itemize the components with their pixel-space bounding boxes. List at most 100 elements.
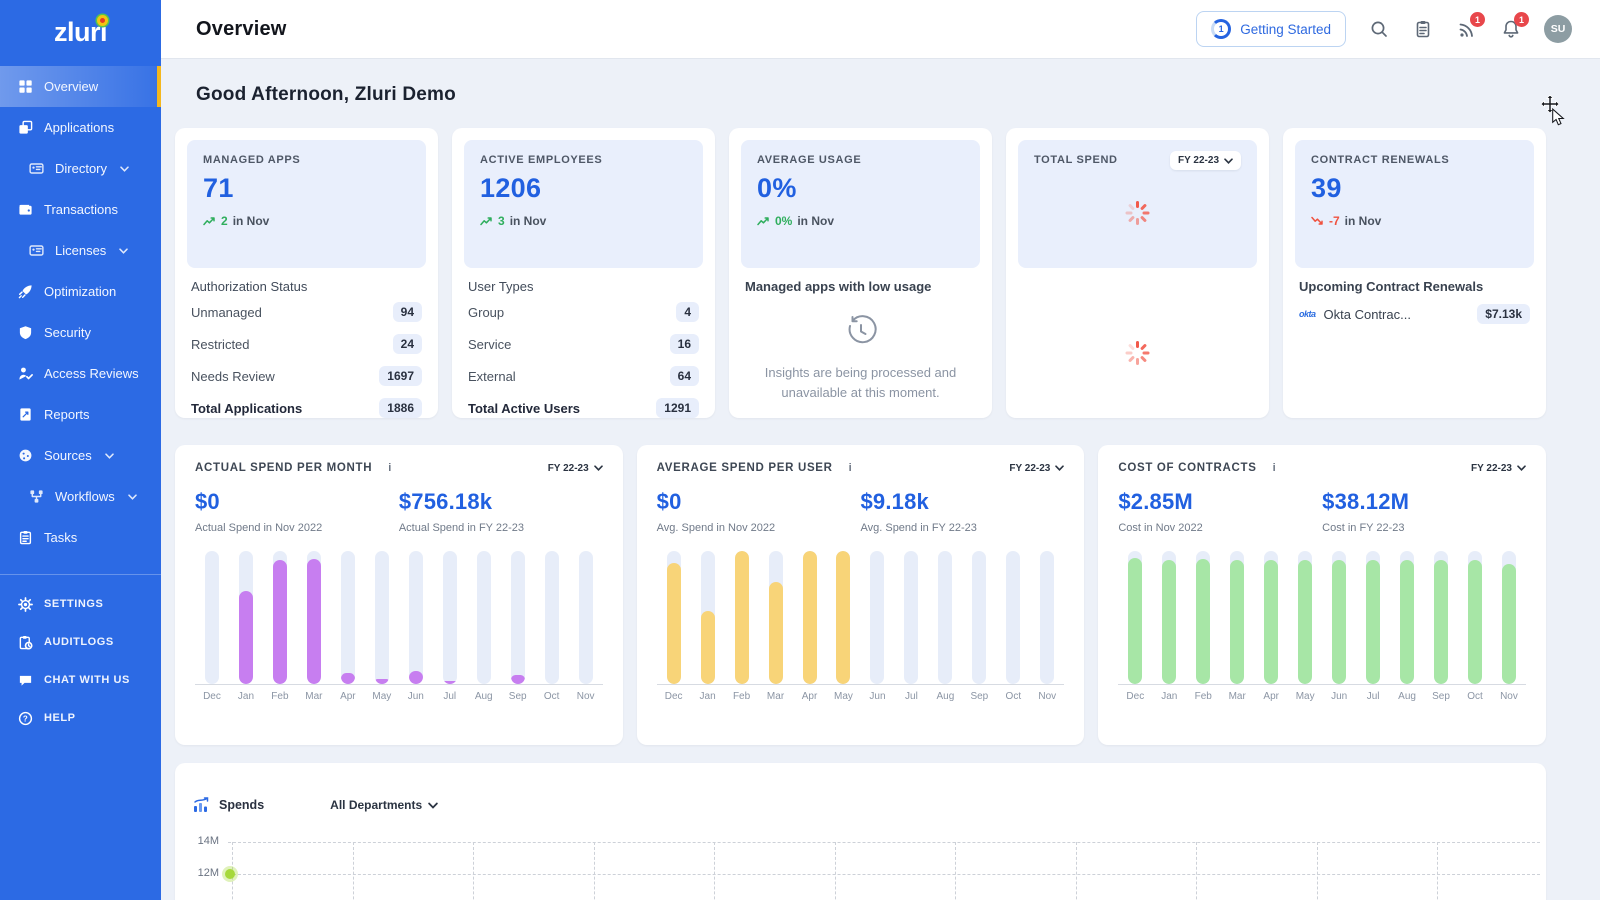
info-icon[interactable]: i <box>388 462 391 474</box>
getting-started-button[interactable]: 1 Getting Started <box>1196 11 1346 47</box>
activity-feed-icon[interactable]: 1 <box>1456 18 1478 40</box>
sidebar-footer-chat-with-us[interactable]: CHAT WITH US <box>0 661 161 699</box>
contract-renewal-item[interactable]: okta Okta Contrac... $7.13k <box>1299 296 1530 332</box>
section-title: User Types <box>468 279 699 294</box>
bar-track <box>1332 551 1346 684</box>
bar-track <box>1128 551 1142 684</box>
bell-icon[interactable]: 1 <box>1500 18 1522 40</box>
stat-row: Unmanaged94 <box>191 296 422 328</box>
bar-column <box>759 551 793 684</box>
month-label: Jul <box>894 691 928 702</box>
bar-track <box>870 551 884 684</box>
sidebar-footer-label: HELP <box>44 712 76 724</box>
sidebar-footer-auditlogs[interactable]: AUDITLOGS <box>0 623 161 661</box>
bar-column <box>297 551 331 684</box>
clipboard-icon[interactable] <box>1412 18 1434 40</box>
user-avatar[interactable]: SU <box>1544 15 1572 43</box>
chart-baseline <box>1118 684 1526 685</box>
gridline-horizontal <box>228 842 1540 843</box>
month-label: Jun <box>399 691 433 702</box>
bar-track <box>1264 551 1278 684</box>
sidebar-item-directory[interactable]: Directory <box>0 148 161 189</box>
trend-up-icon <box>480 216 493 226</box>
month-label: Mar <box>1220 691 1254 702</box>
bar-track <box>904 551 918 684</box>
sidebar-item-workflows[interactable]: Workflows <box>0 476 161 517</box>
month-label: Jun <box>1322 691 1356 702</box>
trend-up-icon <box>203 216 216 226</box>
stat-delta: -7in Nov <box>1311 214 1518 228</box>
chevron-down-icon <box>1055 465 1064 471</box>
search-icon[interactable] <box>1368 18 1390 40</box>
month-label: Feb <box>725 691 759 702</box>
sidebar-footer: SETTINGSAUDITLOGSCHAT WITH US? HELP <box>0 585 161 737</box>
fiscal-year-dropdown[interactable]: FY 22-23 <box>548 463 603 474</box>
sidebar-footer-help[interactable]: ? HELP <box>0 699 161 737</box>
sidebar-item-access-reviews[interactable]: Access Reviews <box>0 353 161 394</box>
month-label: Jan <box>1152 691 1186 702</box>
sidebar-item-security[interactable]: Security <box>0 312 161 353</box>
wallet-icon <box>17 202 33 218</box>
chart-card-average-spend: AVERAGE SPEND PER USER i FY 22-23 $0Avg.… <box>637 445 1085 745</box>
bar-column <box>657 551 691 684</box>
sidebar-item-licenses[interactable]: Licenses <box>0 230 161 271</box>
chart-baseline <box>657 684 1065 685</box>
bar-column <box>962 551 996 684</box>
month-label: Feb <box>263 691 297 702</box>
bar-track <box>579 551 593 684</box>
bar-column <box>331 551 365 684</box>
fiscal-year-dropdown[interactable]: FY 22-23 <box>1009 463 1064 474</box>
bar-column <box>467 551 501 684</box>
bar-track <box>1298 551 1312 684</box>
departments-dropdown[interactable]: All Departments <box>330 798 438 812</box>
chart-stat: $0Actual Spend in Nov 2022 <box>195 489 399 534</box>
contract-name: Okta Contrac... <box>1324 307 1470 322</box>
stat-delta: 3in Nov <box>480 214 687 228</box>
bar-column <box>996 551 1030 684</box>
bar-fill <box>375 679 389 684</box>
bar-column <box>501 551 535 684</box>
chart-card-cost-of-contracts: COST OF CONTRACTS i FY 22-23 $2.85MCost … <box>1098 445 1546 745</box>
zluri-logo[interactable]: zluri <box>0 0 161 64</box>
bar-column <box>1356 551 1390 684</box>
sidebar-item-transactions[interactable]: Transactions <box>0 189 161 230</box>
sidebar-item-applications[interactable]: Applications <box>0 107 161 148</box>
sidebar-item-reports[interactable]: Reports <box>0 394 161 435</box>
bar-fill <box>836 551 850 684</box>
sidebar-item-overview[interactable]: Overview <box>0 66 161 107</box>
fiscal-year-dropdown[interactable]: FY 22-23 <box>1471 463 1526 474</box>
month-label: Aug <box>467 691 501 702</box>
sidebar-item-optimization[interactable]: Optimization <box>0 271 161 312</box>
logo-bullseye-icon <box>97 15 108 26</box>
gridline-vertical <box>714 842 715 900</box>
sidebar-footer-settings[interactable]: SETTINGS <box>0 585 161 623</box>
bar-chart <box>657 551 1065 684</box>
sidebar-nav: OverviewApplicationsDirectoryTransaction… <box>0 64 161 558</box>
sidebar-item-label: Security <box>44 325 91 340</box>
count-badge: 94 <box>393 302 422 322</box>
bar-column <box>1288 551 1322 684</box>
section-title: Upcoming Contract Renewals <box>1299 279 1530 294</box>
sidebar-item-sources[interactable]: Sources <box>0 435 161 476</box>
bar-column <box>365 551 399 684</box>
stat-card-total-spend: TOTAL SPEND FY 22-23 <box>1006 128 1269 418</box>
stat-row: External64 <box>468 360 699 392</box>
bar-fill <box>701 611 715 684</box>
chart-stat: $0Avg. Spend in Nov 2022 <box>657 489 861 534</box>
spend-charts-row: ACTUAL SPEND PER MONTH i FY 22-23 $0Actu… <box>175 445 1546 745</box>
sidebar-item-tasks[interactable]: Tasks <box>0 517 161 558</box>
info-icon[interactable]: i <box>1273 462 1276 474</box>
progress-ring-icon: 1 <box>1211 19 1231 39</box>
svg-text:?: ? <box>22 714 27 723</box>
info-icon[interactable]: i <box>849 462 852 474</box>
bar-track <box>1006 551 1020 684</box>
fiscal-year-dropdown[interactable]: FY 22-23 <box>1170 151 1241 170</box>
month-label: Nov <box>1492 691 1526 702</box>
chevron-down-icon <box>1517 465 1526 471</box>
clipboard-icon <box>17 530 33 546</box>
sidebar-divider <box>0 574 161 575</box>
id-card-icon <box>28 161 44 177</box>
chevron-down-icon <box>594 465 603 471</box>
series-start-point <box>225 869 235 879</box>
sidebar-item-label: Tasks <box>44 530 77 545</box>
